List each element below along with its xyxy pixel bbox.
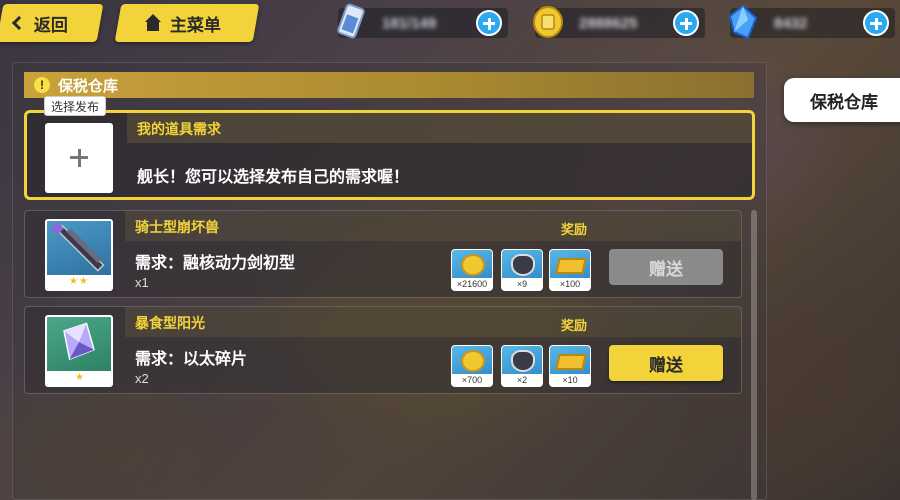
give-button[interactable]: 赠送	[609, 345, 723, 381]
scrollbar[interactable]	[751, 210, 757, 500]
my-request-description: 舰长！您可以选择发布自己的需求喔！	[137, 169, 410, 186]
reward-count: ×700	[452, 374, 492, 386]
request-qty: x2	[135, 371, 149, 386]
sword-icon	[50, 221, 105, 272]
reward-count: ×10	[550, 374, 590, 386]
reward-mask[interactable]: ×9	[501, 249, 543, 291]
request-row: ★ ★ 骑士型崩坏兽 需求：融核动力剑初型 x1 奖励 ×21600 ×9 ×1…	[24, 210, 742, 298]
row-stripe	[125, 307, 741, 337]
give-label: 赠送	[649, 355, 683, 375]
card-footer: ★ ★	[47, 275, 111, 289]
home-icon	[144, 14, 162, 32]
tab-bonded-warehouse[interactable]: 保税仓库	[784, 78, 900, 122]
crystal-value: 8432	[774, 14, 808, 32]
reward-coin[interactable]: ×21600	[451, 249, 493, 291]
coin-icon	[461, 254, 485, 276]
star-icon: ★	[69, 276, 78, 287]
back-button[interactable]: 返回	[0, 4, 104, 42]
stamina-icon	[337, 3, 365, 39]
publish-tag: 选择发布	[44, 96, 107, 116]
coin-icon	[461, 350, 485, 372]
reward-gold[interactable]: ×10	[549, 345, 591, 387]
request-need: 需求：融核动力剑初型	[135, 255, 296, 272]
coin-resource: 2888625	[533, 6, 705, 38]
request-qty: x1	[135, 275, 149, 290]
panel-title: 保税仓库	[58, 77, 119, 95]
add-stamina-button[interactable]	[476, 10, 502, 36]
reward-count: ×9	[502, 278, 542, 290]
request-row: ★ 暴食型阳光 需求：以太碎片 x2 奖励 ×700 ×2 ×10 赠送	[24, 306, 742, 394]
crystal-icon	[728, 4, 758, 40]
crystal-resource: 8432	[728, 4, 895, 40]
star-icon: ★	[79, 276, 88, 287]
reward-gold[interactable]: ×100	[549, 249, 591, 291]
mask-icon	[511, 350, 535, 372]
coin-value: 2888625	[579, 14, 638, 32]
chevron-left-icon	[11, 15, 27, 31]
reward-label: 奖励	[561, 318, 588, 333]
add-coin-button[interactable]	[673, 10, 699, 36]
crystal-shard-icon	[63, 322, 95, 361]
coin-icon	[533, 6, 563, 38]
reward-label: 奖励	[561, 222, 588, 237]
item-card[interactable]: ★ ★	[45, 219, 113, 291]
back-label: 返回	[34, 15, 68, 35]
add-crystal-button[interactable]	[863, 10, 889, 36]
request-name: 暴食型阳光	[135, 315, 205, 331]
card-footer: ★	[47, 371, 111, 385]
reward-coin[interactable]: ×700	[451, 345, 493, 387]
gold-bar-icon	[555, 258, 587, 274]
stamina-value: 181/149	[382, 14, 437, 32]
main-menu-button[interactable]: 主菜单	[114, 4, 260, 42]
item-card[interactable]: ★	[45, 315, 113, 387]
panel-header: ! 保税仓库	[24, 72, 754, 98]
request-need: 需求：以太碎片	[135, 351, 248, 368]
stamina-resource: 181/149	[337, 3, 508, 39]
main-menu-label: 主菜单	[170, 15, 221, 35]
give-button[interactable]: 赠送	[609, 249, 723, 285]
reward-count: ×2	[502, 374, 542, 386]
my-request-title: 我的道具需求	[137, 121, 221, 137]
reward-count: ×100	[550, 278, 590, 290]
my-request-card[interactable]: 我的道具需求 舰长！您可以选择发布自己的需求喔！	[24, 110, 755, 200]
add-request-slot[interactable]	[45, 123, 113, 193]
tab-label: 保税仓库	[810, 92, 878, 112]
reward-mask[interactable]: ×2	[501, 345, 543, 387]
mask-icon	[511, 254, 535, 276]
star-icon: ★	[75, 372, 84, 383]
request-name: 骑士型崩坏兽	[135, 219, 219, 235]
exclamation-icon: !	[34, 77, 50, 93]
give-label: 赠送	[649, 259, 683, 279]
gold-bar-icon	[555, 354, 587, 370]
reward-count: ×21600	[452, 278, 492, 290]
